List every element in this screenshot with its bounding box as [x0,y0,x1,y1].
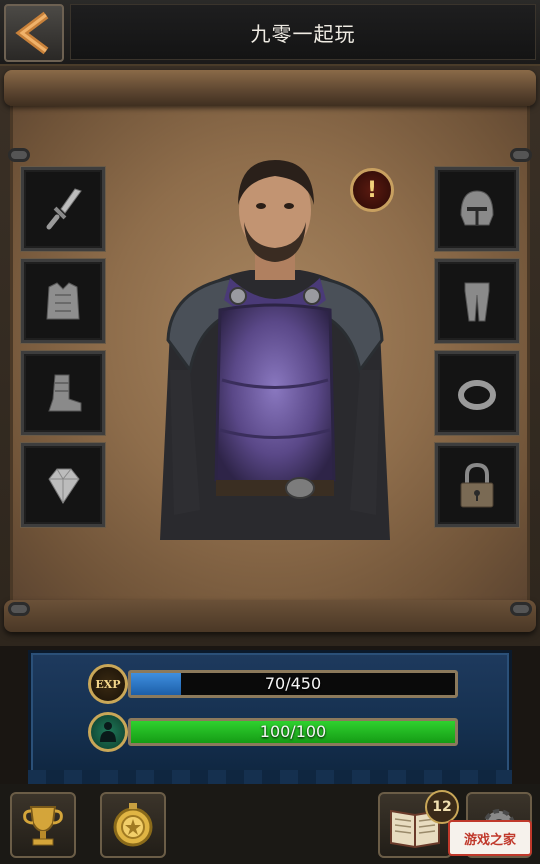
health-icon [88,712,128,752]
trophy-button[interactable] [10,792,76,858]
exp-icon: EXP [88,664,128,704]
locked-slot[interactable] [435,443,519,527]
boots-slot[interactable] [21,351,105,435]
top-header: 九零一起玩 [0,0,540,66]
medal-icon [113,803,153,847]
hook-icon [8,602,30,616]
trophy-icon [23,806,63,846]
gem-icon [48,468,80,504]
page-title: 九零一起玩 [250,21,356,46]
padlock-icon [460,462,494,508]
back-arrow-icon [15,11,49,55]
health-bar: 100/100 [128,718,458,746]
weapon-slot[interactable] [21,167,105,251]
scroll-bottom-rod [4,600,536,632]
hook-icon [8,148,30,162]
leg-armor-slot[interactable] [435,259,519,343]
notification-count: 12 [432,799,452,815]
exp-icon-label: EXP [95,677,121,691]
exp-value: 70/450 [264,674,322,693]
medal-button[interactable] [100,792,166,858]
banner-fringe [28,770,512,784]
exp-bar: 70/450 [128,670,458,698]
chest-armor-icon [46,282,80,320]
sword-icon [46,188,82,230]
hook-icon [510,148,532,162]
leg-armor-icon [464,282,490,322]
person-icon [100,722,116,742]
notification-badge: 12 [425,790,459,824]
back-button[interactable] [4,4,64,62]
ring-slot[interactable] [435,351,519,435]
hook-icon [510,602,532,616]
boots-icon [48,374,82,412]
helmet-icon [460,190,494,226]
gem-slot[interactable] [21,443,105,527]
helmet-slot[interactable] [435,167,519,251]
title-bar: 九零一起玩 [70,4,536,60]
alert-icon[interactable]: ! [350,168,394,212]
health-value: 100/100 [259,722,327,741]
ring-icon [458,380,496,410]
site-watermark: 游戏之家 [448,820,532,856]
chest-armor-slot[interactable] [21,259,105,343]
watermark-text: 游戏之家 [463,832,516,848]
scroll-top-rod [4,70,536,106]
alert-symbol: ! [366,177,378,203]
